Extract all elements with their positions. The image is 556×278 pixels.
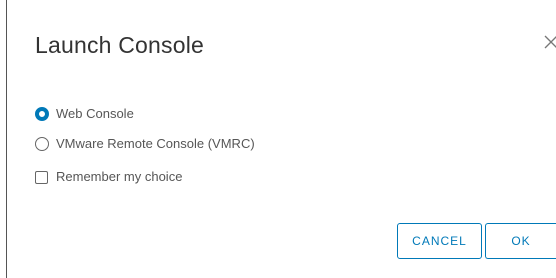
web-console-label: Web Console xyxy=(56,106,134,121)
vmrc-option[interactable]: VMware Remote Console (VMRC) xyxy=(35,134,255,154)
close-icon[interactable] xyxy=(543,34,556,50)
vmrc-label: VMware Remote Console (VMRC) xyxy=(56,136,255,151)
remember-choice-option[interactable]: Remember my choice xyxy=(35,166,182,188)
vmrc-radio[interactable] xyxy=(35,137,49,151)
cancel-button[interactable]: CANCEL xyxy=(397,223,482,259)
remember-choice-checkbox[interactable] xyxy=(35,170,48,184)
page: Launch Console Web Console VMware Remote… xyxy=(0,0,556,278)
web-console-option[interactable]: Web Console xyxy=(35,104,134,124)
close-icon-glyph xyxy=(544,35,556,49)
dialog-title: Launch Console xyxy=(35,32,205,58)
remember-choice-label: Remember my choice xyxy=(56,169,183,184)
ok-button[interactable]: OK xyxy=(485,223,556,259)
web-console-radio[interactable] xyxy=(35,107,49,121)
launch-console-dialog: Launch Console Web Console VMware Remote… xyxy=(7,0,556,278)
